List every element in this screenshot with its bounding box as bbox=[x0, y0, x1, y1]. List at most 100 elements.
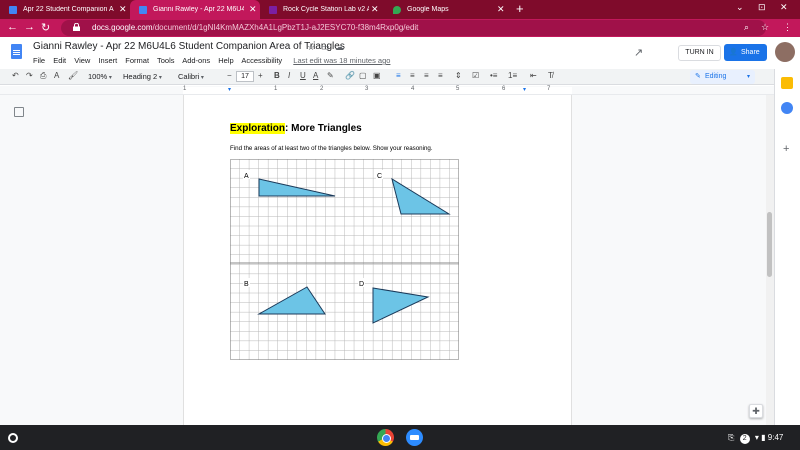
url-text: docs.google.com/document/d/1gNI4KmMAZXh4… bbox=[92, 23, 419, 32]
restore-icon[interactable]: ⊡ bbox=[758, 2, 766, 13]
link-icon[interactable]: 🔗 bbox=[345, 71, 355, 80]
search-icon[interactable]: ⌕ bbox=[744, 22, 749, 33]
align-right-icon[interactable]: ≡ bbox=[424, 71, 429, 80]
battery-icon: ▮ bbox=[761, 433, 766, 442]
indent-marker-icon[interactable]: ▾ bbox=[228, 86, 231, 93]
undo-icon[interactable]: ↶ bbox=[12, 71, 19, 80]
instructions-text[interactable]: Find the areas of at least two of the tr… bbox=[230, 145, 433, 152]
tab-google-maps[interactable]: Google Maps ✕ bbox=[384, 0, 512, 19]
heading-rest: : More Triangles bbox=[285, 123, 362, 134]
redo-icon[interactable]: ↷ bbox=[26, 71, 33, 80]
bold-icon[interactable]: B bbox=[274, 71, 280, 80]
more-vert-icon[interactable]: ⋮ bbox=[783, 22, 792, 33]
slides-favicon-icon bbox=[269, 5, 277, 14]
maps-favicon-icon bbox=[393, 5, 401, 14]
tab-strip: Apr 22 Student Companion Area of Triangl… bbox=[0, 0, 800, 19]
forward-icon[interactable]: → bbox=[24, 21, 35, 33]
zoom-app-icon[interactable] bbox=[406, 429, 423, 446]
keep-icon[interactable] bbox=[781, 77, 793, 89]
ruler-mark: 7 bbox=[547, 86, 551, 92]
tab-title: Apr 22 Student Companion Area of Triangl… bbox=[23, 6, 114, 13]
explore-icon[interactable]: ✚ bbox=[749, 404, 763, 418]
checklist-icon[interactable]: ☑ bbox=[472, 71, 479, 80]
tab-rock-cycle[interactable]: Rock Cycle Station Lab v2 Answer Key ✕ bbox=[260, 0, 384, 19]
tasks-icon[interactable] bbox=[781, 102, 793, 114]
justify-icon[interactable]: ≡ bbox=[438, 71, 443, 80]
new-tab-icon[interactable]: + bbox=[516, 1, 524, 16]
minimize-icon[interactable]: ⌄ bbox=[736, 2, 744, 13]
underline-icon[interactable]: U bbox=[300, 71, 306, 80]
font-size-input[interactable]: 17 bbox=[236, 71, 254, 82]
menu-format[interactable]: Format bbox=[125, 56, 149, 65]
close-window-icon[interactable]: ✕ bbox=[780, 2, 788, 13]
back-icon[interactable]: ← bbox=[7, 21, 18, 33]
document-title[interactable]: Gianni Rawley - Apr 22 M6U4L6 Student Co… bbox=[33, 41, 345, 52]
indent-icon[interactable]: ⇤ bbox=[530, 71, 537, 80]
font-select[interactable]: Calibri bbox=[178, 72, 204, 81]
close-tab-icon[interactable]: ✕ bbox=[119, 4, 127, 15]
close-tab-icon[interactable]: ✕ bbox=[249, 4, 257, 15]
notification-badge: 2 bbox=[739, 434, 750, 444]
numbered-list-icon[interactable]: 1≡ bbox=[508, 71, 517, 80]
menu-file[interactable]: File bbox=[33, 56, 45, 65]
spellcheck-icon[interactable]: A bbox=[54, 71, 59, 80]
editing-mode-select[interactable]: Editing bbox=[690, 70, 755, 84]
paint-format-icon[interactable]: 🖌 bbox=[68, 71, 78, 80]
clear-format-icon[interactable]: T̸ bbox=[548, 71, 553, 80]
text-color-icon[interactable]: A bbox=[313, 71, 318, 80]
chrome-icon[interactable] bbox=[377, 429, 394, 446]
scrollbar-thumb[interactable] bbox=[767, 212, 772, 277]
move-folder-icon[interactable]: ▭ bbox=[321, 42, 330, 53]
line-spacing-icon[interactable]: ⇕ bbox=[455, 71, 462, 80]
star-icon[interactable]: ☆ bbox=[307, 42, 315, 53]
ruler: 1 ▾ 1 2 3 4 5 6 ▾ 7 bbox=[0, 86, 800, 95]
comment-icon[interactable]: ▢ bbox=[359, 71, 367, 80]
figure-label-b: B bbox=[244, 281, 249, 288]
bulleted-list-icon[interactable]: •≡ bbox=[490, 71, 497, 80]
figure-label-d: D bbox=[359, 281, 364, 288]
align-center-icon[interactable]: ≡ bbox=[410, 71, 415, 80]
menu-insert[interactable]: Insert bbox=[98, 56, 117, 65]
menu-tools[interactable]: Tools bbox=[157, 56, 175, 65]
menu-view[interactable]: View bbox=[74, 56, 90, 65]
clipboard-icon: ⎘ bbox=[728, 433, 735, 442]
address-bar[interactable]: docs.google.com/document/d/1gNI4KmMAZXh4… bbox=[61, 20, 766, 36]
menu-help[interactable]: Help bbox=[218, 56, 233, 65]
increase-font-icon[interactable]: + bbox=[258, 71, 263, 80]
launcher-icon[interactable] bbox=[8, 433, 18, 443]
zoom-select[interactable]: 100% bbox=[88, 72, 112, 81]
browser-toolbar: ← → ↻ docs.google.com/document/d/1gNI4Km… bbox=[0, 19, 800, 37]
cloud-status-icon[interactable]: ☁ bbox=[335, 42, 344, 53]
reload-icon[interactable]: ↻ bbox=[41, 21, 50, 34]
menu-edit[interactable]: Edit bbox=[53, 56, 66, 65]
tab-title: Gianni Rawley - Apr 22 M6U4L6 Student Co… bbox=[153, 6, 244, 13]
last-edit-link[interactable]: Last edit was 18 minutes ago bbox=[293, 56, 390, 65]
right-indent-marker-icon[interactable]: ▾ bbox=[523, 86, 526, 93]
italic-icon[interactable]: I bbox=[288, 71, 290, 80]
figure-label-a: A bbox=[244, 173, 249, 180]
menu-accessibility[interactable]: Accessibility bbox=[241, 56, 282, 65]
section-heading[interactable]: Exploration: More Triangles bbox=[230, 123, 362, 134]
image-icon[interactable]: ▣ bbox=[373, 71, 381, 80]
bookmark-star-icon[interactable]: ☆ bbox=[761, 22, 769, 33]
highlight-icon[interactable]: ✎ bbox=[327, 71, 334, 80]
menu-addons[interactable]: Add-ons bbox=[182, 56, 210, 65]
avatar[interactable] bbox=[775, 42, 795, 62]
ruler-track[interactable] bbox=[183, 87, 572, 94]
decrease-font-icon[interactable]: − bbox=[227, 71, 232, 80]
get-addons-icon[interactable]: + bbox=[783, 143, 789, 155]
close-tab-icon[interactable]: ✕ bbox=[497, 4, 505, 15]
style-select[interactable]: Heading 2 bbox=[123, 72, 162, 81]
triangles-grid-image[interactable]: A C B D bbox=[230, 159, 459, 360]
share-button[interactable]: 👤 Share bbox=[724, 44, 767, 61]
tab-student-companion[interactable]: Apr 22 Student Companion Area of Triangl… bbox=[0, 0, 130, 19]
google-docs-logo-icon[interactable] bbox=[11, 44, 22, 59]
turn-in-button[interactable]: TURN IN bbox=[678, 45, 721, 61]
print-icon[interactable]: ⎙ bbox=[40, 71, 46, 81]
status-tray[interactable]: ⎘ 2 ▾ ▮ 9:47 bbox=[728, 433, 783, 444]
align-left-icon[interactable]: ≡ bbox=[396, 71, 401, 80]
activity-dashboard-icon[interactable]: ↗ bbox=[634, 46, 643, 59]
document-outline-icon[interactable] bbox=[14, 107, 24, 117]
tab-gianni-rawley[interactable]: Gianni Rawley - Apr 22 M6U4L6 Student Co… bbox=[130, 0, 260, 19]
close-tab-icon[interactable]: ✕ bbox=[371, 4, 379, 15]
